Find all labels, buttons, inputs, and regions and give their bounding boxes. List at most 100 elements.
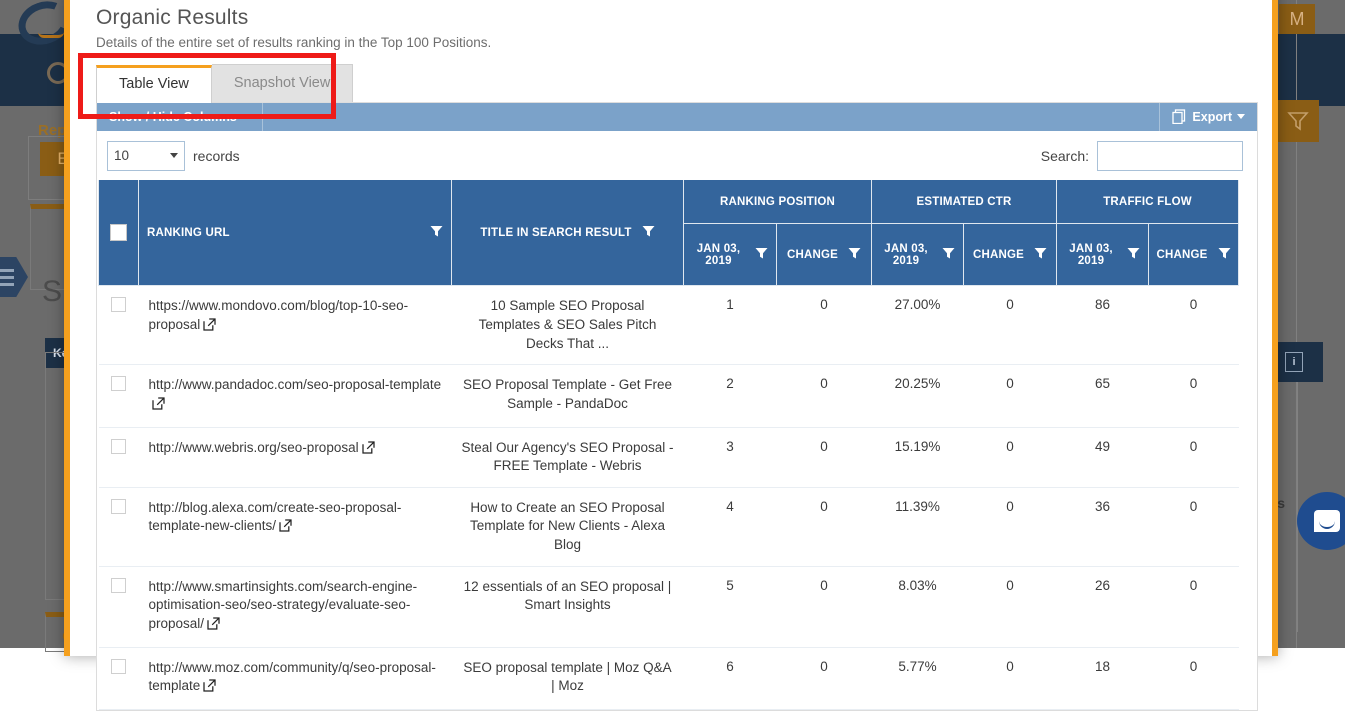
ranking-url-text[interactable]: http://www.webris.org/seo-proposal xyxy=(149,440,359,455)
show-hide-columns-button[interactable]: Show / Hide Columns xyxy=(97,103,263,131)
chevron-down-icon xyxy=(1237,114,1245,119)
col-title-label: TITLE IN SEARCH RESULT xyxy=(480,227,631,239)
col-ctr-date-label: JAN 03, 2019 xyxy=(880,243,932,267)
records-per-page-select[interactable]: 10 xyxy=(107,141,185,171)
cell-ctr: 27.00% xyxy=(872,286,964,365)
row-checkbox[interactable] xyxy=(111,376,126,391)
cell-traffic-change: 0 xyxy=(1149,365,1239,427)
cell-ctr-change: 0 xyxy=(964,365,1057,427)
cell-ctr: 8.03% xyxy=(872,566,964,647)
ranking-url-text[interactable]: http://www.pandadoc.com/seo-proposal-tem… xyxy=(149,377,442,392)
cell-title: Steal Our Agency's SEO Proposal - FREE T… xyxy=(452,427,684,487)
external-link-icon[interactable] xyxy=(152,397,165,416)
col-rank-change[interactable]: CHANGE xyxy=(777,224,872,286)
row-checkbox[interactable] xyxy=(111,659,126,674)
ranking-url-text[interactable]: http://www.moz.com/community/q/seo-propo… xyxy=(149,660,436,694)
cell-traffic: 65 xyxy=(1057,365,1149,427)
external-link-icon[interactable] xyxy=(279,519,292,538)
cell-rank-change: 0 xyxy=(777,365,872,427)
cell-rank: 5 xyxy=(684,566,777,647)
table-row: http://www.pandadoc.com/seo-proposal-tem… xyxy=(99,365,1239,427)
cell-ctr-change: 0 xyxy=(964,286,1057,365)
cell-rank-change: 0 xyxy=(777,647,872,709)
row-checkbox[interactable] xyxy=(111,578,126,593)
cell-rank: 1 xyxy=(684,286,777,365)
cell-traffic-change: 0 xyxy=(1149,647,1239,709)
row-checkbox[interactable] xyxy=(111,439,126,454)
show-hide-columns-label: Show / Hide Columns xyxy=(109,110,237,124)
cell-title: SEO proposal template | Moz Q&A | Moz xyxy=(452,647,684,709)
select-all-checkbox[interactable] xyxy=(110,224,127,241)
cell-ctr: 15.19% xyxy=(872,427,964,487)
external-link-icon[interactable] xyxy=(203,679,216,698)
group-header-row: RANKING URL TITLE IN SEARCH RESULT xyxy=(99,180,1239,224)
cell-title: SEO Proposal Template - Get Free Sample … xyxy=(452,365,684,427)
col-title-in-search-result[interactable]: TITLE IN SEARCH RESULT xyxy=(452,180,684,286)
cell-title: How to Create an SEO Proposal Template f… xyxy=(452,487,684,566)
organic-results-modal: Organic Results Details of the entire se… xyxy=(64,0,1278,656)
cell-ranking-url: http://blog.alexa.com/create-seo-proposa… xyxy=(139,487,452,566)
cell-ctr: 20.25% xyxy=(872,365,964,427)
cell-title: 12 essentials of an SEO proposal | Smart… xyxy=(452,566,684,647)
cell-ctr-change: 0 xyxy=(964,427,1057,487)
external-link-icon[interactable] xyxy=(362,441,375,460)
row-select-cell xyxy=(99,566,139,647)
cell-ctr: 11.39% xyxy=(872,487,964,566)
records-label: records xyxy=(193,148,240,164)
col-traffic-change[interactable]: CHANGE xyxy=(1149,224,1239,286)
cell-traffic-change: 0 xyxy=(1149,566,1239,647)
ranking-url-text[interactable]: http://blog.alexa.com/create-seo-proposa… xyxy=(149,500,402,534)
menu-toggle-icon xyxy=(0,257,28,297)
cell-traffic: 18 xyxy=(1057,647,1149,709)
table-toolbar: Show / Hide Columns Export xyxy=(97,103,1257,131)
cell-rank: 3 xyxy=(684,427,777,487)
cell-traffic: 49 xyxy=(1057,427,1149,487)
cell-ctr: 5.77% xyxy=(872,647,964,709)
ranking-url-text[interactable]: http://www.smartinsights.com/search-engi… xyxy=(149,579,418,631)
group-ranking-position: RANKING POSITION xyxy=(684,180,872,224)
search-input[interactable] xyxy=(1097,141,1243,171)
page-length-control: 10 records xyxy=(107,141,240,171)
filter-icon[interactable] xyxy=(1218,247,1231,263)
search-label: Search: xyxy=(1041,148,1089,164)
col-ctr-date[interactable]: JAN 03, 2019 xyxy=(872,224,964,286)
group-traffic-flow: TRAFFIC FLOW xyxy=(1057,180,1239,224)
table-controls: 10 records Search: xyxy=(97,131,1257,180)
col-ctr-change[interactable]: CHANGE xyxy=(964,224,1057,286)
col-traffic-date[interactable]: JAN 03, 2019 xyxy=(1057,224,1149,286)
filter-icon[interactable] xyxy=(430,225,443,241)
col-ranking-url[interactable]: RANKING URL xyxy=(139,180,452,286)
filter-icon[interactable] xyxy=(642,225,655,241)
row-checkbox[interactable] xyxy=(111,499,126,514)
filter-icon[interactable] xyxy=(755,247,768,263)
row-checkbox[interactable] xyxy=(111,297,126,312)
table-body: https://www.mondovo.com/blog/top-10-seo-… xyxy=(99,286,1239,709)
external-link-icon[interactable] xyxy=(207,617,220,636)
filter-icon[interactable] xyxy=(1034,247,1047,263)
tab-table-view[interactable]: Table View xyxy=(96,65,212,103)
col-rank-change-label: CHANGE xyxy=(787,249,838,261)
row-select-cell xyxy=(99,286,139,365)
external-link-icon[interactable] xyxy=(203,318,216,337)
organic-results-table: RANKING URL TITLE IN SEARCH RESULT xyxy=(98,180,1239,710)
table-row: https://www.mondovo.com/blog/top-10-seo-… xyxy=(99,286,1239,365)
export-button[interactable]: Export xyxy=(1159,103,1257,131)
col-rank-date[interactable]: JAN 03, 2019 xyxy=(684,224,777,286)
select-all-header xyxy=(99,180,139,286)
col-ranking-url-label: RANKING URL xyxy=(147,227,230,239)
tab-snapshot-view[interactable]: Snapshot View xyxy=(212,64,353,102)
export-label: Export xyxy=(1192,110,1232,124)
app-logo-tail-icon xyxy=(38,24,64,38)
cell-traffic: 26 xyxy=(1057,566,1149,647)
filter-icon[interactable] xyxy=(848,247,861,263)
filter-icon[interactable] xyxy=(1127,247,1140,263)
cell-rank-change: 0 xyxy=(777,286,872,365)
filter-icon[interactable] xyxy=(942,247,955,263)
cell-title: 10 Sample SEO Proposal Templates & SEO S… xyxy=(452,286,684,365)
col-traffic-change-label: CHANGE xyxy=(1157,249,1208,261)
page-title: Organic Results xyxy=(96,0,1246,30)
cell-ranking-url: http://www.webris.org/seo-proposal xyxy=(139,427,452,487)
cell-traffic: 86 xyxy=(1057,286,1149,365)
ranking-url-text[interactable]: https://www.mondovo.com/blog/top-10-seo-… xyxy=(149,298,409,332)
table-head: RANKING URL TITLE IN SEARCH RESULT xyxy=(99,180,1239,286)
